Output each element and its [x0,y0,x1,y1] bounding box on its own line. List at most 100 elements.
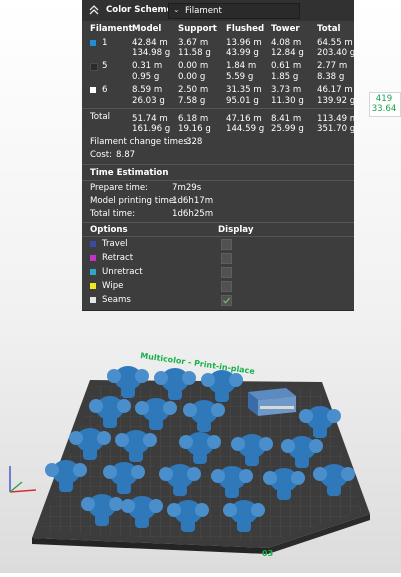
divider [82,108,354,109]
divider [82,164,354,165]
cell: 6.18 m [178,114,209,124]
filament-id: 6 [102,85,108,95]
cell: 1.85 g [271,72,299,82]
unretract-swatch [90,269,96,275]
chevron-down-icon: ⌄ [173,5,180,14]
legend-header: Color Scheme ⌄ Filament [82,0,354,21]
unretract-display-checkbox[interactable] [221,267,232,278]
cell: 1.84 m [226,61,257,71]
cell: 11.30 g [271,96,304,106]
filament-change-value: 328 [186,137,203,147]
options-title: Options [90,225,128,235]
cell: 31.35 m [226,85,262,95]
prepare-time-value: 7m29s [172,183,202,193]
cell: 95.01 g [226,96,259,106]
total-time-value: 1d6h25m [172,209,214,219]
cell: 19.16 g [178,124,211,134]
cell: 42.84 m [132,38,168,48]
filament-id: 1 [102,38,108,48]
cell: 139.92 g [317,96,356,106]
cell: 2.77 m [317,61,348,71]
retract-swatch [90,255,96,261]
cell: 46.17 m [317,85,353,95]
cell: 0.00 m [178,61,209,71]
option-retract-label: Retract [102,253,134,263]
display-title: Display [218,225,254,235]
cell: 26.03 g [132,96,165,106]
cell: 13.96 m [226,38,262,48]
cell: 144.59 g [226,124,265,134]
col-tower: Tower [271,24,300,34]
col-filament: Filament [90,24,133,34]
cell: 51.74 m [132,114,168,124]
cell: 25.99 g [271,124,304,134]
legend-panel: Color Scheme ⌄ Filament Filament Model S… [82,0,358,311]
divider [82,222,354,223]
seams-swatch [90,297,96,303]
cell: 0.31 m [132,61,163,71]
option-travel-label: Travel [102,239,128,249]
col-support: Support [178,24,217,34]
cell: 0.00 g [178,72,206,82]
cell: 8.41 m [271,114,302,124]
option-unretract-label: Unretract [102,267,143,277]
viewport-3d[interactable]: Multicolor - Print-in-place 03 [0,316,401,573]
layer-readout-bottom: 33.64 [371,104,397,114]
cell: 8.38 g [317,72,345,82]
cell: 43.99 g [226,48,259,58]
prepare-time-label: Prepare time: [90,183,149,193]
checkmark-icon [223,297,231,304]
option-wipe-label: Wipe [102,281,124,291]
cost-value: 8.87 [116,150,136,160]
filament-change-label: Filament change times: [90,137,191,147]
total-time-label: Total time: [90,209,136,219]
wipe-swatch [90,283,96,289]
total-label: Total [90,112,111,122]
cell: 134.98 g [132,48,171,58]
travel-swatch [90,241,96,247]
cell: 3.73 m [271,85,302,95]
cell: 64.55 m [317,38,353,48]
filament-swatch-5 [90,63,98,71]
plate-number: 03 [262,549,273,558]
filament-swatch-6 [90,87,96,93]
cell: 47.16 m [226,114,262,124]
model-printing-time-value: 1d6h17m [172,196,214,206]
color-scheme-value: Filament [185,5,222,16]
filament-id: 5 [102,61,108,71]
collapse-chevron-icon[interactable] [88,4,100,16]
layer-readout-top: 419 [375,94,393,104]
col-total: Total [317,24,341,34]
cell: 12.84 g [271,48,304,58]
cell: 161.96 g [132,124,171,134]
filament-swatch-1 [90,40,96,46]
cell: 5.59 g [226,72,254,82]
build-plate-scene: Multicolor - Print-in-place 03 [9,351,370,558]
color-scheme-select[interactable]: ⌄ Filament [168,3,300,19]
cell: 11.58 g [178,48,211,58]
color-scheme-label: Color Scheme [106,5,173,15]
cost-label: Cost: [90,150,113,160]
axis-gizmo [9,466,37,493]
option-seams-label: Seams [102,295,131,305]
cell: 3.67 m [178,38,209,48]
cell: 4.08 m [271,38,302,48]
cell: 8.59 m [132,85,163,95]
seams-display-checkbox[interactable] [221,295,232,306]
model-printing-time-label: Model printing time: [90,196,178,206]
prime-tower-stripe [260,406,294,409]
col-flushed: Flushed [226,24,265,34]
cell: 2.50 m [178,85,209,95]
col-model: Model [132,24,162,34]
cell: 0.61 m [271,61,302,71]
cell: 203.40 g [317,48,356,58]
travel-display-checkbox[interactable] [221,239,232,250]
divider [82,180,354,181]
divider [82,236,354,237]
cell: 113.49 m [317,114,359,124]
time-estimation-title: Time Estimation [90,168,169,178]
cell: 351.70 g [317,124,356,134]
wipe-display-checkbox[interactable] [221,281,232,292]
cell: 0.95 g [132,72,160,82]
retract-display-checkbox[interactable] [221,253,232,264]
